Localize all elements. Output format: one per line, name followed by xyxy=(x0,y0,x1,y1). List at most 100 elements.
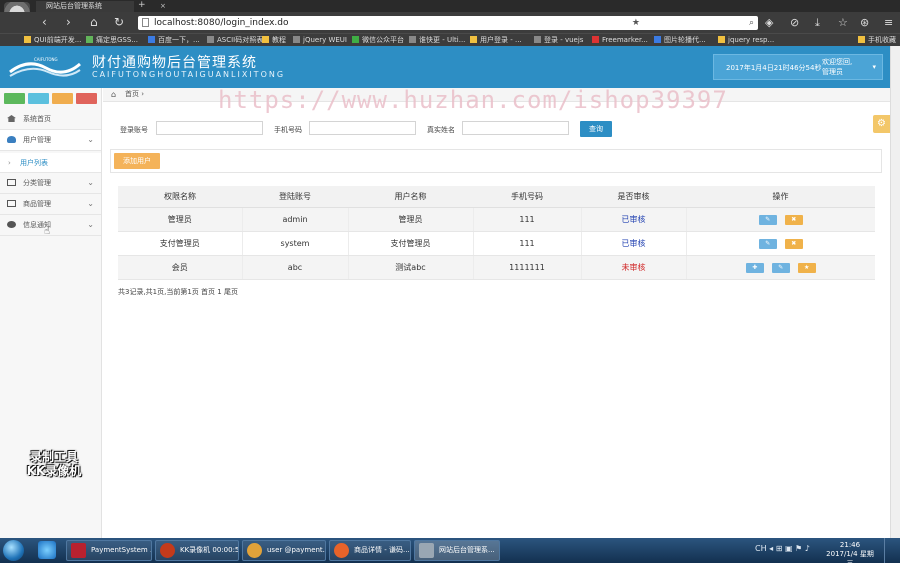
logo-small-text: CAIFUTONG xyxy=(34,57,58,62)
realname-label: 真实姓名 xyxy=(427,126,455,134)
bookmarks-bar: QUI前端开发... 痛定思GSS... 百度一下，... ASCII码对照表 … xyxy=(0,33,900,46)
sidebar-subitem-user-list[interactable]: › 用户列表 ☝ xyxy=(0,153,101,237)
welcome-user: 欢迎您回, 管理员 xyxy=(822,57,864,77)
forward-icon[interactable]: › xyxy=(66,15,71,30)
sidebar-item-label: 分类管理 xyxy=(23,179,51,187)
home-icon[interactable]: ⌂ xyxy=(111,88,116,101)
cell-account: abc xyxy=(242,255,349,280)
users-table: 权限名称 登陆账号 用户名称 手机号码 是否审核 操作 管理员 admin 管理… xyxy=(118,186,875,280)
security-icon[interactable]: ⊘ xyxy=(790,15,799,30)
cell-status: 已审核 xyxy=(581,207,687,232)
system-tray[interactable]: CH ◂ ⊞ ▣ ⚑ ♪ xyxy=(755,544,810,553)
taskbar-task[interactable]: 商品详情 - 谦码... xyxy=(329,540,411,561)
edit-button[interactable]: ✎ xyxy=(758,238,777,249)
bookmark-item[interactable]: 登录 - vuejs xyxy=(534,34,583,46)
user-info-box[interactable]: 2017年1月4日21时46分54秒 欢迎您回, 管理员 ▾ xyxy=(713,54,883,80)
sidebar-item-label: 用户管理 xyxy=(23,136,51,144)
sidebar-item-home[interactable]: 系统首页 xyxy=(0,109,101,130)
table-row: 会员 abc 测试abc 1111111 未审核 ✚ ✎ ★ xyxy=(118,255,875,280)
bookmark-item[interactable]: QUI前端开发... xyxy=(24,34,81,46)
back-icon[interactable]: ‹ xyxy=(42,15,47,30)
pagination[interactable]: 共3记录,共1页,当前第1页 首页 1 尾页 xyxy=(118,287,238,297)
taskbar-task[interactable]: user @payment... xyxy=(242,540,326,561)
home-icon xyxy=(7,115,16,122)
cell-status: 已审核 xyxy=(581,231,687,256)
user-dropdown-caret-icon[interactable]: ▾ xyxy=(872,63,876,71)
bookmark-item[interactable]: 教程 xyxy=(262,34,286,46)
reload-icon[interactable]: ↻ xyxy=(114,15,124,30)
sidebar-item-notices[interactable]: 信息通知 ⌄ xyxy=(0,215,101,236)
home-icon[interactable]: ⌂ xyxy=(90,15,98,30)
bookmark-item[interactable]: 谁快更 - Ulti... xyxy=(409,34,465,46)
phone-input[interactable] xyxy=(309,121,416,135)
bookmark-item[interactable]: Freemarker... xyxy=(592,34,648,46)
phone-label: 手机号码 xyxy=(274,126,302,134)
cell-username: 测试abc xyxy=(348,255,474,280)
bookmark-star-icon[interactable]: ★ xyxy=(632,16,640,30)
delete-button[interactable]: ✖ xyxy=(784,238,803,249)
cell-status: 未审核 xyxy=(581,255,687,280)
realname-input[interactable] xyxy=(462,121,569,135)
address-bar[interactable]: localhost:8080/login_index.do ★ ⌕ xyxy=(138,16,758,30)
bookmark-item[interactable]: 手机收藏 xyxy=(858,34,896,46)
sidebar-item-categories[interactable]: 分类管理 ⌄ xyxy=(0,173,101,194)
settings-gear-icon[interactable]: ⚙ xyxy=(873,115,890,133)
bookmark-item[interactable]: 图片轮播代... xyxy=(654,34,706,46)
edit-button[interactable]: ✎ xyxy=(771,262,790,273)
monitor-icon xyxy=(7,200,16,207)
cell-phone: 1111111 xyxy=(473,255,582,280)
cell-username: 管理员 xyxy=(348,207,474,232)
login-account-input[interactable] xyxy=(156,121,263,135)
taskbar-task-active[interactable]: 网站后台管理系... xyxy=(414,540,500,561)
quick-button-stats[interactable] xyxy=(4,93,25,104)
add-user-button[interactable]: 添加用户 xyxy=(114,153,160,169)
browser-tab-active[interactable]: 网站后台管理系统 × xyxy=(36,1,166,12)
sidebar: 系统首页 用户管理 ⌄ › 用户列表 ☝ 分类管理 ⌄ 商品管理 ⌄ 信息通知 … xyxy=(0,88,102,538)
edit-button[interactable]: ✎ xyxy=(758,214,777,225)
taskbar-task[interactable]: PaymentSystem ... xyxy=(66,540,152,561)
bookmark-item[interactable]: 用户登录 - ... xyxy=(470,34,522,46)
col-actions: 操作 xyxy=(686,186,875,208)
shield-icon[interactable]: ◈ xyxy=(765,15,773,30)
bookmark-item[interactable]: 百度一下，... xyxy=(148,34,200,46)
table-row: 管理员 admin 管理员 111 已审核 ✎ ✖ xyxy=(118,207,875,232)
delete-button[interactable]: ✖ xyxy=(784,214,803,225)
gamepad-icon[interactable]: ⊛ xyxy=(860,15,869,30)
taskbar-task[interactable]: KK录像机 00:00:54 xyxy=(155,540,239,561)
ie-icon[interactable] xyxy=(38,541,56,559)
col-phone: 手机号码 xyxy=(473,186,581,208)
query-button[interactable]: 查询 xyxy=(580,121,612,137)
cell-actions: ✎ ✖ xyxy=(686,207,875,232)
sidebar-item-label: 商品管理 xyxy=(23,200,51,208)
show-desktop-button[interactable] xyxy=(884,538,900,563)
quick-button-edit[interactable] xyxy=(28,93,49,104)
approve-button[interactable]: ✚ xyxy=(745,262,764,273)
bookmark-item[interactable]: ASCII码对照表 xyxy=(207,34,263,46)
start-button[interactable] xyxy=(3,540,24,561)
star-button[interactable]: ★ xyxy=(797,262,816,273)
new-tab-button[interactable]: + xyxy=(138,0,146,11)
quick-button-users[interactable] xyxy=(52,93,73,104)
cell-username: 支付管理员 xyxy=(348,231,474,256)
breadcrumb-home[interactable]: 首页 › xyxy=(125,88,144,101)
favorites-icon[interactable]: ☆ xyxy=(838,15,848,30)
quick-button-settings[interactable] xyxy=(76,93,97,104)
login-account-label: 登录账号 xyxy=(120,126,148,134)
sidebar-item-users[interactable]: 用户管理 ⌄ xyxy=(0,130,101,151)
table-row: 支付管理员 system 支付管理员 111 已审核 ✎ ✖ xyxy=(118,231,875,256)
page-scrollbar[interactable] xyxy=(890,46,900,538)
sidebar-item-products[interactable]: 商品管理 ⌄ xyxy=(0,194,101,215)
col-status: 是否审核 xyxy=(581,186,686,208)
bookmark-item[interactable]: 微信公众平台 xyxy=(352,34,404,46)
menu-icon[interactable]: ≡ xyxy=(884,15,893,30)
bookmark-item[interactable]: jquery resp... xyxy=(718,34,774,46)
bookmark-item[interactable]: 痛定思GSS... xyxy=(86,34,138,46)
col-account: 登陆账号 xyxy=(242,186,348,208)
clock[interactable]: 21:46 2017/1/4 星期三 xyxy=(826,541,874,568)
tab-close-icon[interactable]: × xyxy=(160,1,166,12)
bookmark-item[interactable]: jQuery WEUI xyxy=(293,34,347,46)
app-subtitle: CAIFUTONGHOUTAIGUANLIXITONG xyxy=(92,70,286,79)
download-icon[interactable]: ⤓ xyxy=(815,15,820,30)
users-icon xyxy=(7,136,16,143)
search-icon[interactable]: ⌕ xyxy=(749,16,754,30)
